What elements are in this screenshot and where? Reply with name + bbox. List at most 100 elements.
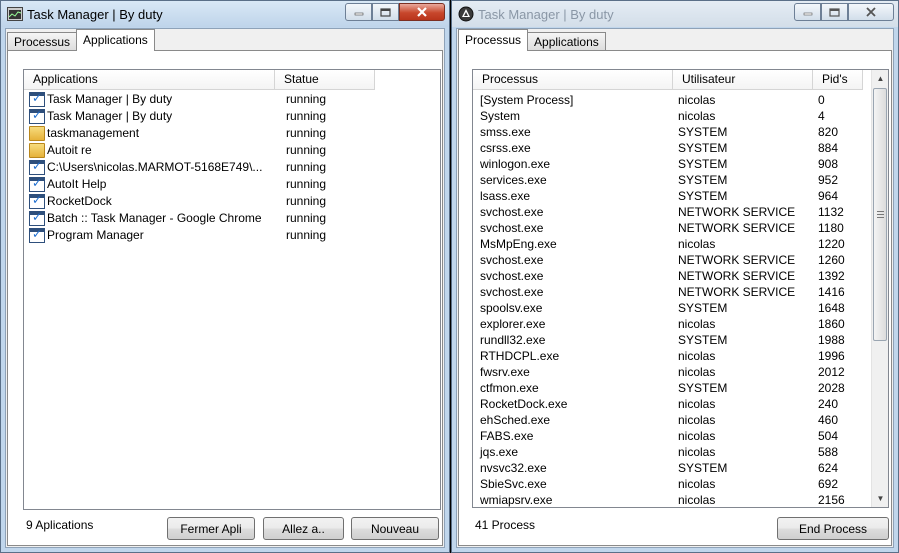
- process-user: nicolas: [678, 317, 716, 331]
- process-pid: 1996: [818, 349, 845, 363]
- process-user: NETWORK SERVICE: [678, 285, 796, 299]
- list-header: Processus Utilisateur Pid's: [473, 70, 863, 90]
- tab-applications[interactable]: Applications: [527, 32, 606, 51]
- table-row[interactable]: jqs.exe nicolas 588: [473, 444, 871, 460]
- list-item[interactable]: C:\Users\nicolas.MARMOT-5168E749\... run…: [24, 158, 440, 176]
- close-application-button[interactable]: Fermer Apli: [167, 517, 255, 540]
- table-row[interactable]: ctfmon.exe SYSTEM 2028: [473, 380, 871, 396]
- process-pid: 504: [818, 429, 839, 443]
- scrollbar-thumb[interactable]: [873, 88, 887, 341]
- process-pid: 1988: [818, 333, 845, 347]
- column-header-statue[interactable]: Statue: [275, 70, 375, 90]
- table-row[interactable]: SbieSvc.exe nicolas 692: [473, 476, 871, 492]
- list-item[interactable]: AutoIt Help running: [24, 175, 440, 193]
- table-row[interactable]: RocketDock.exe nicolas 240: [473, 396, 871, 412]
- list-item[interactable]: Program Manager running: [24, 226, 440, 244]
- table-row[interactable]: svchost.exe NETWORK SERVICE 1132: [473, 204, 871, 220]
- process-user: SYSTEM: [678, 381, 728, 395]
- task-window-icon: [29, 209, 45, 226]
- application-status: running: [286, 109, 327, 123]
- table-row[interactable]: RTHDCPL.exe nicolas 1996: [473, 348, 871, 364]
- table-row[interactable]: nvsvc32.exe SYSTEM 624: [473, 460, 871, 476]
- table-row[interactable]: svchost.exe NETWORK SERVICE 1416: [473, 284, 871, 300]
- scroll-down-arrow-icon[interactable]: ▼: [872, 490, 888, 507]
- table-row[interactable]: svchost.exe NETWORK SERVICE 1260: [473, 252, 871, 268]
- maximize-button[interactable]: [372, 3, 399, 21]
- application-name: Autoit re: [47, 143, 92, 157]
- process-pid: 460: [818, 413, 839, 427]
- process-name: System: [480, 109, 521, 123]
- column-header-utilisateur[interactable]: Utilisateur: [673, 70, 813, 90]
- scroll-up-arrow-icon[interactable]: ▲: [872, 70, 888, 87]
- application-name: Task Manager | By duty: [47, 92, 173, 106]
- process-name: MsMpEng.exe: [480, 237, 557, 251]
- table-row[interactable]: [System Process] nicolas 0: [473, 92, 871, 108]
- tab-strip: Processus Applications: [457, 29, 606, 51]
- title-bar[interactable]: Task Manager | By duty: [452, 1, 898, 27]
- application-status: running: [286, 92, 327, 106]
- list-item[interactable]: Task Manager | By duty running: [24, 107, 440, 125]
- process-pid: 588: [818, 445, 839, 459]
- column-header-processus[interactable]: Processus: [473, 70, 673, 90]
- table-row[interactable]: svchost.exe NETWORK SERVICE 1180: [473, 220, 871, 236]
- goto-button[interactable]: Allez a..: [263, 517, 344, 540]
- table-row[interactable]: FABS.exe nicolas 504: [473, 428, 871, 444]
- process-pid: 1220: [818, 237, 845, 251]
- process-name: ehSched.exe: [480, 413, 551, 427]
- column-header-applications[interactable]: Applications: [24, 70, 275, 90]
- table-row[interactable]: System nicolas 4: [473, 108, 871, 124]
- table-row[interactable]: MsMpEng.exe nicolas 1220: [473, 236, 871, 252]
- minimize-button[interactable]: [794, 3, 821, 21]
- table-row[interactable]: winlogon.exe SYSTEM 908: [473, 156, 871, 172]
- process-name: rundll32.exe: [480, 333, 546, 347]
- close-button[interactable]: [848, 3, 894, 21]
- table-row[interactable]: spoolsv.exe SYSTEM 1648: [473, 300, 871, 316]
- table-row[interactable]: svchost.exe NETWORK SERVICE 1392: [473, 268, 871, 284]
- folder-icon: [29, 143, 45, 158]
- tab-strip: Processus Applications: [6, 29, 155, 51]
- tab-applications[interactable]: Applications: [76, 29, 155, 51]
- process-pid: 884: [818, 141, 839, 155]
- process-name: fwsrv.exe: [480, 365, 530, 379]
- process-pid: 1180: [818, 221, 844, 235]
- end-process-button[interactable]: End Process: [777, 517, 889, 540]
- close-button[interactable]: [399, 3, 445, 21]
- table-row[interactable]: services.exe SYSTEM 952: [473, 172, 871, 188]
- table-row[interactable]: fwsrv.exe nicolas 2012: [473, 364, 871, 380]
- application-name: RocketDock: [47, 194, 112, 208]
- table-row[interactable]: wmiapsrv.exe nicolas 2156: [473, 492, 871, 507]
- table-row[interactable]: explorer.exe nicolas 1860: [473, 316, 871, 332]
- maximize-button[interactable]: [821, 3, 848, 21]
- application-name: Task Manager | By duty: [47, 109, 173, 123]
- list-item[interactable]: RocketDock running: [24, 192, 440, 210]
- application-status: running: [286, 228, 327, 242]
- column-header-pids[interactable]: Pid's: [813, 70, 863, 90]
- vertical-scrollbar[interactable]: ▲ ▼: [871, 70, 888, 507]
- tab-processus[interactable]: Processus: [7, 32, 78, 51]
- table-row[interactable]: csrss.exe SYSTEM 884: [473, 140, 871, 156]
- process-user: SYSTEM: [678, 189, 728, 203]
- table-row[interactable]: rundll32.exe SYSTEM 1988: [473, 332, 871, 348]
- process-pid: 692: [818, 477, 839, 491]
- application-name: C:\Users\nicolas.MARMOT-5168E749\...: [47, 160, 263, 174]
- table-row[interactable]: ehSched.exe nicolas 460: [473, 412, 871, 428]
- application-name: Program Manager: [47, 228, 144, 242]
- title-bar[interactable]: Task Manager | By duty: [1, 1, 449, 27]
- process-list[interactable]: Processus Utilisateur Pid's [System Proc…: [472, 69, 889, 508]
- list-item[interactable]: Batch :: Task Manager - Google Chrome ru…: [24, 209, 440, 227]
- tab-processus[interactable]: Processus: [458, 29, 529, 51]
- table-row[interactable]: smss.exe SYSTEM 820: [473, 124, 871, 140]
- minimize-button[interactable]: [345, 3, 372, 21]
- process-user: NETWORK SERVICE: [678, 253, 796, 267]
- process-pid: 908: [818, 157, 839, 171]
- applications-list[interactable]: Applications Statue Task Manager | By du…: [23, 69, 441, 510]
- table-row[interactable]: lsass.exe SYSTEM 964: [473, 188, 871, 204]
- list-item[interactable]: Task Manager | By duty running: [24, 90, 440, 108]
- process-pid: 1860: [818, 317, 845, 331]
- list-item[interactable]: taskmanagement running: [24, 125, 440, 142]
- process-pid: 952: [818, 173, 839, 187]
- application-status: running: [286, 160, 327, 174]
- new-task-button[interactable]: Nouveau: [351, 517, 439, 540]
- process-pid: 820: [818, 125, 839, 139]
- list-item[interactable]: Autoit re running: [24, 142, 440, 159]
